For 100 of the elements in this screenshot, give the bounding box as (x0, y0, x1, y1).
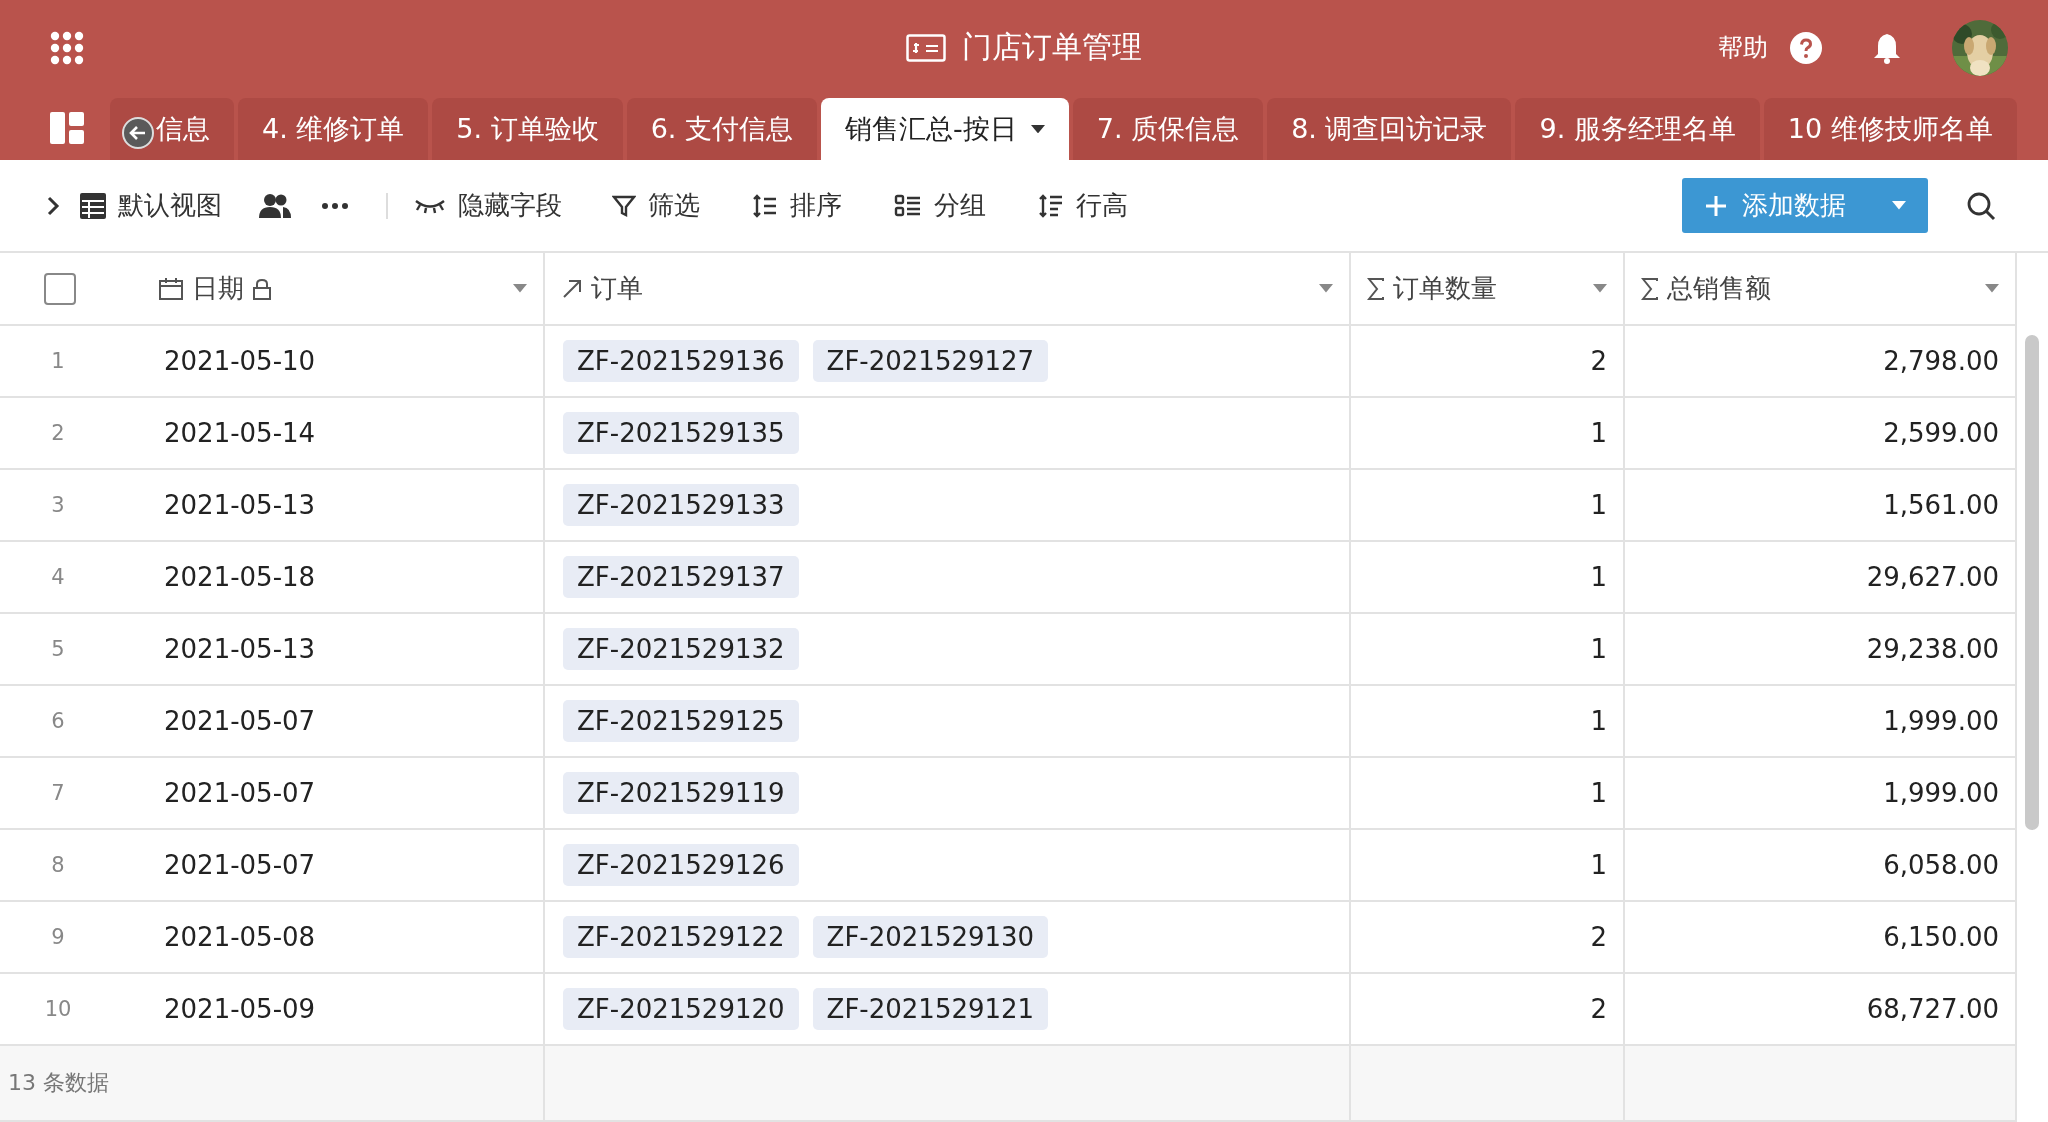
total-cell: 29,627.00 (1866, 562, 1999, 592)
total-cell: 2,599.00 (1883, 418, 1999, 448)
row-number: 1 (51, 349, 65, 373)
arrow-icon (561, 277, 583, 300)
row-number: 7 (51, 781, 65, 805)
tab[interactable]: 8. 调查回访记录 (1267, 98, 1512, 160)
row-number: 6 (51, 709, 65, 733)
order-tag[interactable]: ZF-2021529122 (563, 916, 799, 958)
date-cell: 2021-05-07 (164, 778, 316, 808)
row-number: 5 (51, 637, 65, 661)
help-icon[interactable] (1790, 31, 1822, 64)
app-title: 门店订单管理 (962, 28, 1142, 66)
plus-icon (1704, 193, 1728, 218)
count-cell: 2 (1590, 994, 1607, 1024)
column-header[interactable]: 订单数量 (1393, 271, 1497, 306)
date-cell: 2021-05-13 (164, 490, 316, 520)
order-tag[interactable]: ZF-2021529135 (563, 412, 799, 454)
search-icon[interactable] (1966, 190, 1996, 221)
caret-icon (1892, 201, 1906, 210)
tab[interactable]: 7. 质保信息 (1072, 98, 1264, 160)
row-number: 2 (51, 421, 65, 445)
date-cell: 2021-05-10 (164, 346, 316, 376)
view-selector[interactable]: 默认视图 (118, 188, 222, 223)
sum-icon (1641, 277, 1659, 300)
count-cell: 1 (1590, 778, 1607, 808)
sort-button[interactable]: 排序 (752, 188, 842, 223)
row-height-icon (1038, 192, 1064, 219)
row-number: 8 (51, 853, 65, 877)
count-cell: 1 (1590, 490, 1607, 520)
order-tag[interactable]: ZF-2021529133 (563, 484, 799, 526)
tab[interactable]: 4. 维修订单 (238, 98, 429, 160)
select-all-checkbox[interactable] (44, 272, 76, 305)
count-cell: 1 (1590, 418, 1607, 448)
total-cell: 6,058.00 (1883, 850, 1999, 880)
count-cell: 1 (1590, 706, 1607, 736)
total-cell: 6,150.00 (1883, 922, 1999, 952)
order-tag[interactable]: ZF-2021529136 (563, 340, 799, 382)
total-cell: 68,727.00 (1866, 994, 1999, 1024)
tab[interactable]: 6. 支付信息 (626, 98, 818, 160)
help-link[interactable]: 帮助 (1718, 31, 1768, 64)
tab[interactable]: 9. 服务经理名单 (1515, 98, 1760, 160)
rowheight-button[interactable]: 行高 (1038, 188, 1128, 223)
order-tag[interactable]: ZF-2021529132 (563, 628, 799, 670)
row-number: 4 (51, 565, 65, 589)
row-number: 3 (51, 493, 65, 517)
closed-eye-icon (414, 197, 446, 214)
date-cell: 2021-05-08 (164, 922, 316, 952)
tab[interactable]: 销售汇总-按日 (821, 98, 1069, 160)
date-cell: 2021-05-14 (164, 418, 316, 448)
total-cell: 1,999.00 (1883, 778, 1999, 808)
column-menu-caret-icon (1593, 284, 1607, 293)
sum-icon (1367, 277, 1385, 300)
order-tag[interactable]: ZF-2021529126 (563, 844, 799, 886)
filter-button[interactable]: 筛选 (612, 188, 700, 223)
tab[interactable]: 信息 (110, 98, 234, 160)
date-cell: 2021-05-13 (164, 634, 316, 664)
receipt-icon (906, 33, 946, 62)
count-cell: 1 (1590, 634, 1607, 664)
row-number: 10 (44, 997, 72, 1021)
order-tag[interactable]: ZF-2021529130 (812, 916, 1049, 958)
date-cell: 2021-05-09 (164, 994, 316, 1024)
order-tag[interactable]: ZF-2021529121 (812, 988, 1049, 1030)
date-cell: 2021-05-07 (164, 850, 316, 880)
date-cell: 2021-05-07 (164, 706, 316, 736)
row-number: 9 (51, 925, 65, 949)
sort-icon (752, 192, 778, 219)
column-menu-caret-icon (513, 284, 527, 293)
group-icon (894, 193, 922, 218)
hide-button[interactable]: 隐藏字段 (414, 188, 562, 223)
order-tag[interactable]: ZF-2021529127 (812, 340, 1049, 382)
count-cell: 1 (1590, 562, 1607, 592)
chevron-right-icon[interactable] (46, 194, 60, 217)
order-tag[interactable]: ZF-2021529120 (563, 988, 799, 1030)
more-icon[interactable] (322, 202, 348, 209)
group-button[interactable]: 分组 (894, 188, 986, 223)
calendar-icon (158, 276, 184, 301)
count-cell: 2 (1590, 346, 1607, 376)
layout-icon[interactable] (50, 111, 84, 144)
people-icon[interactable] (258, 192, 292, 219)
column-menu-caret-icon (1319, 284, 1333, 293)
count-cell: 2 (1590, 922, 1607, 952)
count-cell: 1 (1590, 850, 1607, 880)
column-header[interactable]: 订单 (591, 271, 643, 306)
column-header[interactable]: 总销售额 (1667, 271, 1771, 306)
tab[interactable]: 10 维修技师名单 (1763, 98, 2017, 160)
tab[interactable]: 5. 订单验收 (432, 98, 623, 160)
order-tag[interactable]: ZF-2021529119 (563, 772, 799, 814)
apps-grid-icon[interactable] (50, 30, 84, 65)
date-cell: 2021-05-18 (164, 562, 316, 592)
record-count: 13 条数据 (8, 1069, 109, 1097)
scrollbar[interactable] (2025, 335, 2039, 830)
column-menu-caret-icon (1985, 284, 1999, 293)
order-tag[interactable]: ZF-2021529137 (563, 556, 799, 598)
bell-icon[interactable] (1872, 31, 1902, 64)
column-header[interactable]: 日期 (192, 271, 244, 306)
total-cell: 1,561.00 (1883, 490, 1999, 520)
total-cell: 2,798.00 (1883, 346, 1999, 376)
tab-menu-caret-icon (1030, 124, 1045, 134)
table-icon (80, 192, 106, 219)
order-tag[interactable]: ZF-2021529125 (563, 700, 799, 742)
